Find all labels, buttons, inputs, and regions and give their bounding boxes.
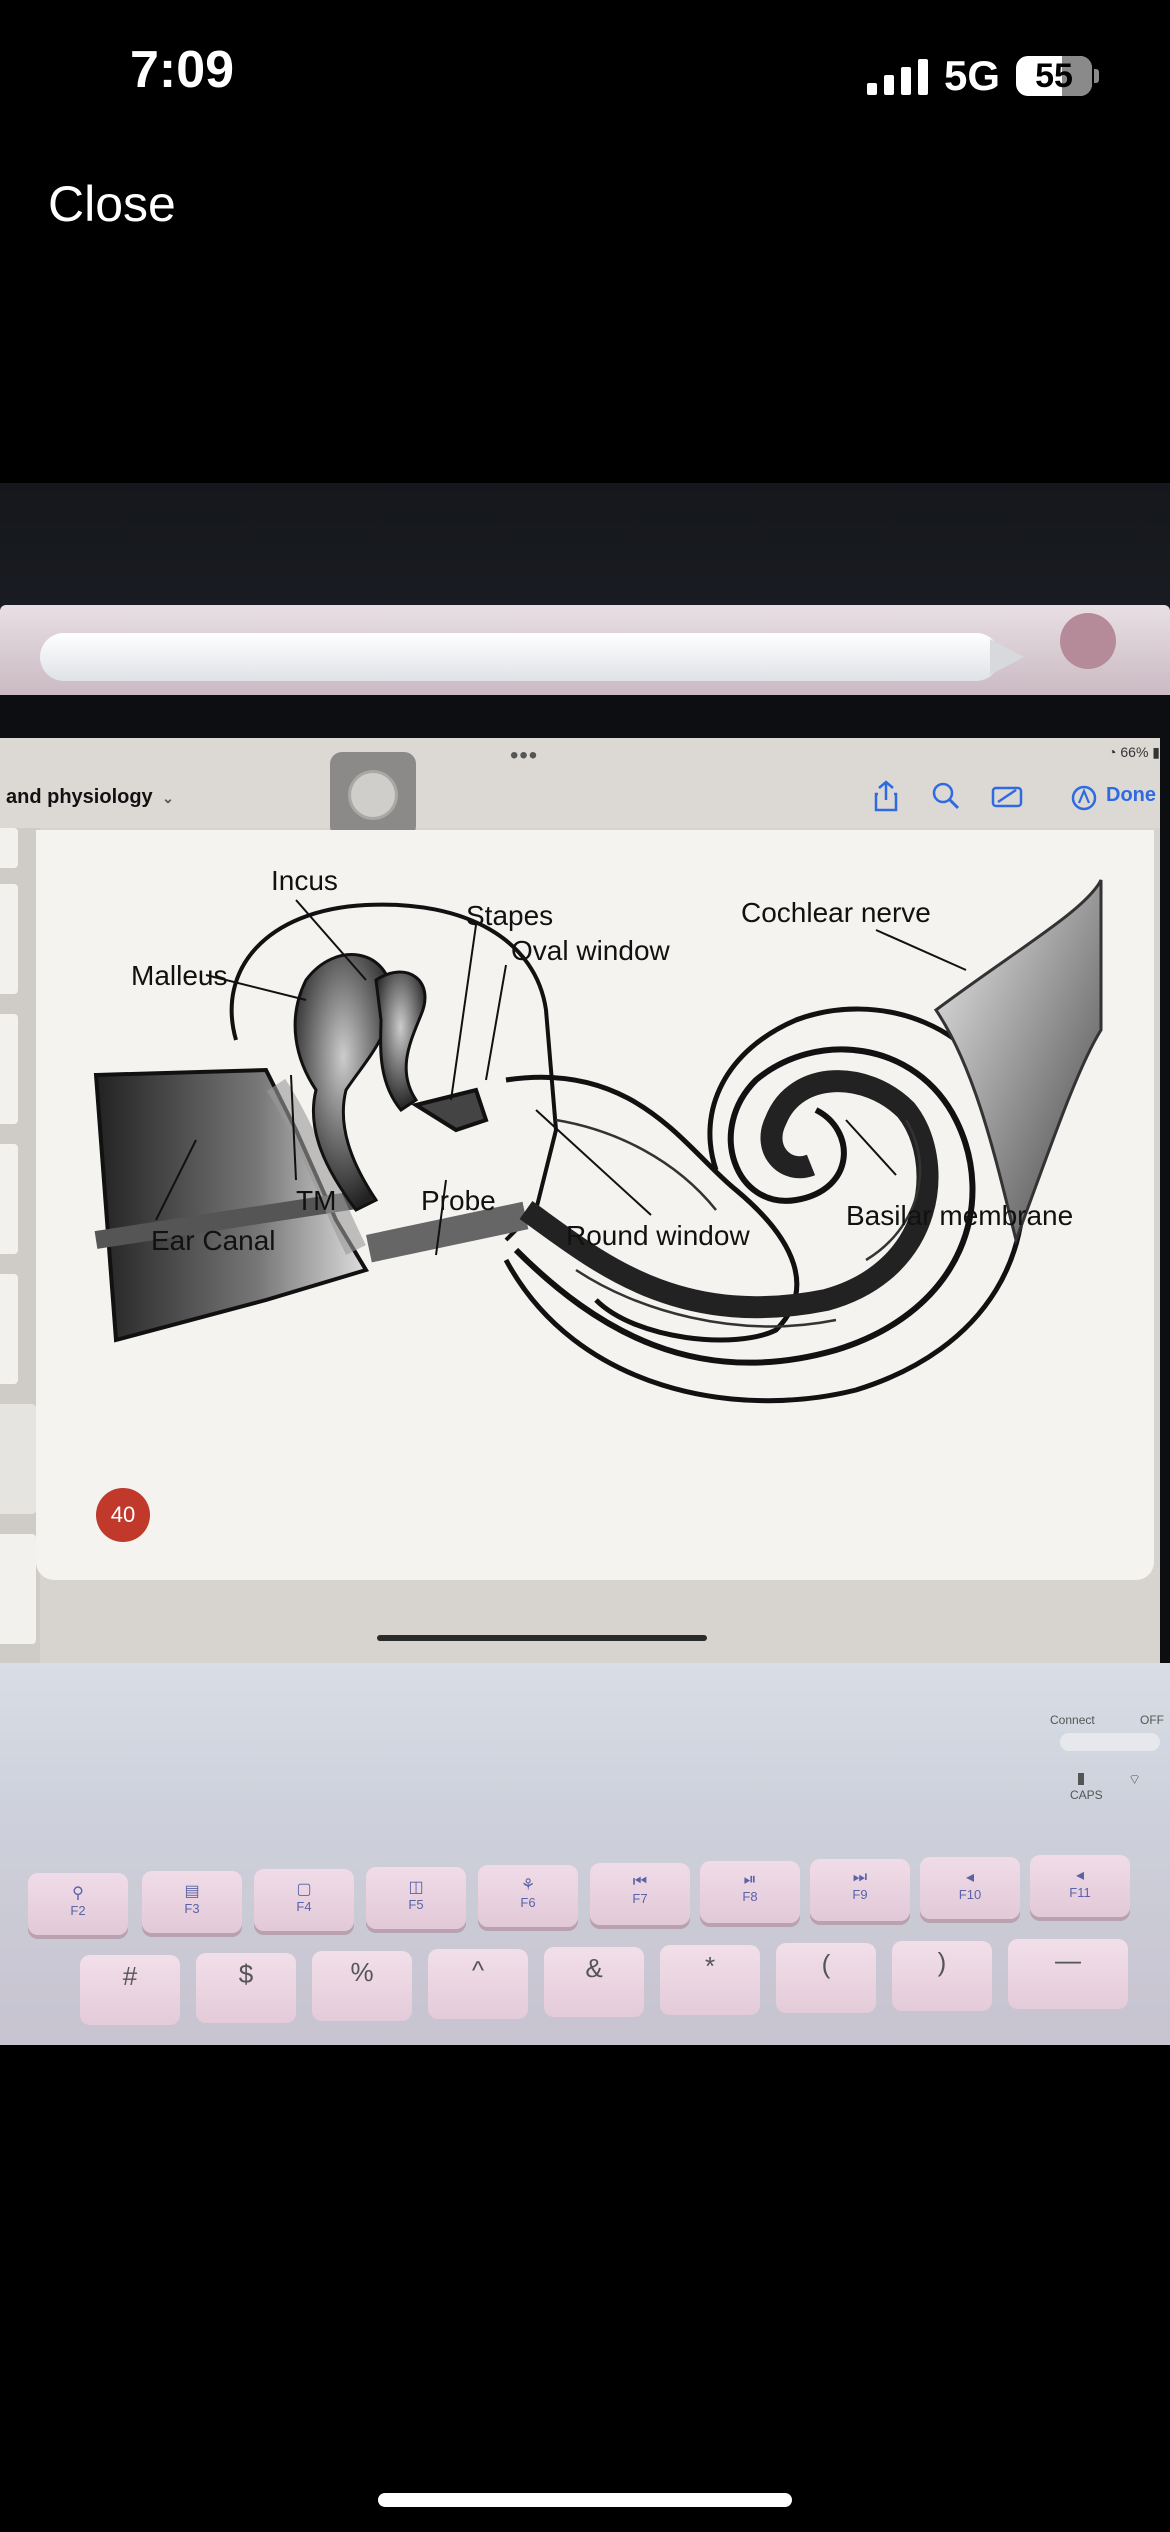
key-f2[interactable]: ⚲ F2 — [28, 1873, 128, 1935]
key-8[interactable]: * — [660, 1945, 760, 2015]
caps-label: CAPS — [1070, 1788, 1103, 1802]
key-3[interactable]: # — [80, 1955, 180, 2025]
connect-label: Connect — [1050, 1713, 1095, 1727]
search-icon[interactable] — [928, 778, 964, 814]
label-tm: TM — [296, 1185, 336, 1216]
share-icon[interactable] — [868, 778, 904, 814]
key-f4[interactable]: ▢ F4 — [254, 1869, 354, 1931]
page-thumbnails — [0, 828, 40, 1663]
label-basilar-membrane: Basilar membrane — [846, 1200, 1073, 1231]
page-thumbnail[interactable] — [0, 884, 18, 994]
slide-page: Incus Stapes Cochlear nerve Oval window … — [36, 830, 1154, 1580]
page-thumbnail-current[interactable] — [0, 1404, 36, 1514]
document-title[interactable]: and physiology ⌄ — [6, 786, 174, 809]
ipad-battery-icon: ▮ — [1148, 744, 1160, 760]
label-ear-canal: Ear Canal — [151, 1225, 276, 1256]
ipad-battery: 66% — [1120, 744, 1149, 760]
photo-viewer: ••• ◔ 66% ▮ and physiology ⌄ Done Incus … — [0, 483, 1170, 2045]
key-f8[interactable]: ⏯ F8 — [700, 1861, 800, 1923]
markup-icon[interactable] — [990, 778, 1026, 814]
annotate-icon[interactable] — [1066, 778, 1102, 814]
document-title-text: and physiology — [6, 786, 153, 808]
incus-shape — [374, 970, 427, 1112]
wifi-icon: ◔ — [1108, 744, 1121, 760]
pencil-tip — [990, 639, 1024, 675]
label-cochlear-nerve: Cochlear nerve — [741, 897, 931, 928]
label-stapes: Stapes — [466, 900, 553, 931]
page-thumbnail[interactable] — [0, 1534, 36, 1644]
page-thumbnail[interactable] — [0, 1274, 18, 1384]
key-f11[interactable]: ◂ F11 — [1030, 1855, 1130, 1917]
key-5[interactable]: % — [312, 1951, 412, 2021]
apple-pencil — [40, 633, 1000, 681]
cochlear-nerve-shape — [933, 879, 1103, 1246]
page-thumbnail[interactable] — [0, 828, 18, 868]
status-time: 7:09 — [130, 41, 235, 99]
key-f7[interactable]: ⏮ F7 — [590, 1863, 690, 1925]
label-probe: Probe — [421, 1185, 496, 1216]
network-type: 5G — [943, 52, 1000, 99]
page-thumbnail[interactable] — [0, 1014, 18, 1124]
key-4[interactable]: $ — [196, 1953, 296, 2023]
status-bar: 7:09 5G 55 — [0, 0, 1170, 150]
done-button[interactable]: Done — [1106, 784, 1156, 807]
page-number-badge: 40 — [96, 1488, 150, 1542]
key-f6[interactable]: ⚘ F6 — [478, 1865, 578, 1927]
connect-switch[interactable] — [1060, 1733, 1160, 1751]
status-indicators: 5G 55 — [866, 52, 1099, 100]
key-7[interactable]: & — [544, 1947, 644, 2017]
bluetooth-icon: ⌔ — [1128, 1771, 1142, 1787]
label-incus: Incus — [271, 865, 338, 896]
key-0[interactable]: ) — [892, 1941, 992, 2011]
battery-level: 55 — [1035, 56, 1073, 95]
keyboard-case: Connect OFF CAPS ⌔ ⚲ F2 ▤ F3 ▢ F4 ◫ F5 ⚘ F6 ⏮… — [0, 1663, 1170, 2045]
key-f5[interactable]: ◫ F5 — [366, 1867, 466, 1929]
screen-record-button[interactable] — [330, 752, 416, 838]
key-6[interactable]: ^ — [428, 1949, 528, 2019]
key-9[interactable]: ( — [776, 1943, 876, 2013]
key-f3[interactable]: ▤ F3 — [142, 1871, 242, 1933]
label-round-window: Round window — [566, 1220, 750, 1251]
label-oval-window: Oval window — [511, 935, 671, 966]
key-f9[interactable]: ⏭ F9 — [810, 1859, 910, 1921]
app-toolbar: ••• ◔ 66% ▮ and physiology ⌄ Done — [0, 738, 1160, 838]
chevron-down-icon: ⌄ — [158, 790, 174, 806]
ear-anatomy-diagram: Incus Stapes Cochlear nerve Oval window … — [93, 865, 1103, 1404]
key-f10[interactable]: ◂ F10 — [920, 1857, 1020, 1919]
ipad-status: ◔ 66% ▮ — [1108, 744, 1160, 761]
ipad-screen: ••• ◔ 66% ▮ and physiology ⌄ Done Incus … — [0, 738, 1160, 1663]
page-thumbnail[interactable] — [0, 1144, 18, 1254]
close-button[interactable]: Close — [48, 175, 176, 233]
case-camera-hole — [1060, 613, 1116, 669]
cellular-signal-icon — [866, 57, 928, 95]
caps-led-icon — [1078, 1773, 1084, 1785]
multitask-dots-icon[interactable]: ••• — [510, 742, 538, 770]
battery-icon: 55 — [1016, 56, 1099, 96]
off-label: OFF — [1140, 1713, 1164, 1727]
ipad-home-indicator — [377, 1635, 707, 1641]
key-minus[interactable]: — — [1008, 1939, 1128, 2009]
home-indicator[interactable] — [378, 2493, 792, 2507]
label-malleus: Malleus — [131, 960, 227, 991]
